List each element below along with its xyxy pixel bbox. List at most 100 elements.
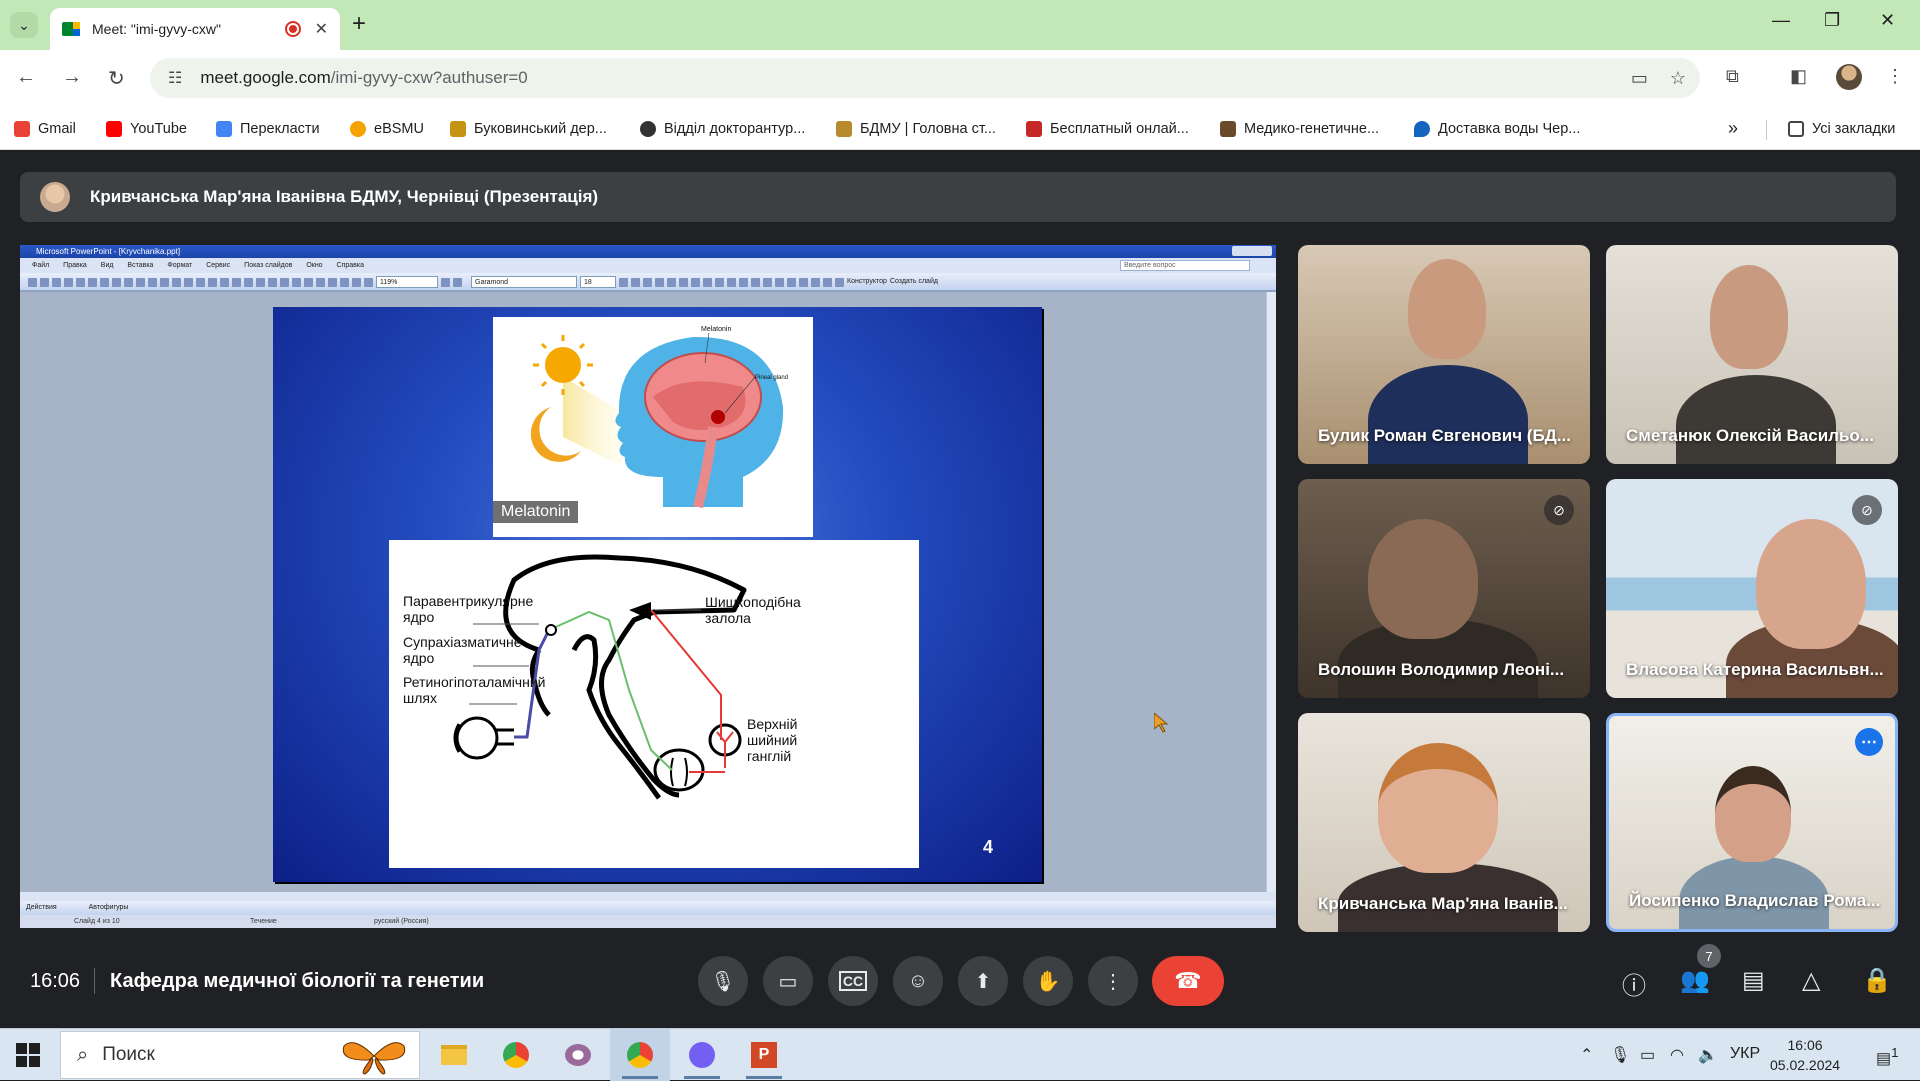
battery-icon[interactable]: ▭ bbox=[1640, 1045, 1655, 1065]
participant-name: Кривчанська Мар'яна Іванів... bbox=[1318, 894, 1568, 913]
leave-call-button[interactable]: ☎ bbox=[1152, 956, 1224, 1006]
taskbar-search[interactable]: ⌕ Поиск bbox=[60, 1031, 420, 1079]
eye-icon bbox=[453, 716, 514, 760]
tab-title: Meet: "imi-gyvy-cxw" bbox=[92, 21, 221, 37]
participant-tile[interactable]: ⊘ Власова Катерина Васильвн... bbox=[1606, 479, 1898, 698]
camera-permission-icon[interactable]: ▭ bbox=[1631, 68, 1648, 89]
bsmu-icon bbox=[836, 121, 852, 137]
chrome-profile-icon bbox=[627, 1042, 653, 1068]
reload-icon[interactable]: ↻ bbox=[108, 66, 125, 91]
captions-button[interactable]: CC bbox=[828, 956, 878, 1006]
ebsmu-icon bbox=[350, 121, 366, 137]
ppt-font-box: Garamond bbox=[471, 276, 577, 288]
bookmark-water[interactable]: Доставка воды Чер... bbox=[1414, 118, 1580, 140]
label-suprachiasmatic: Супрахіазматичне ядро bbox=[403, 634, 522, 666]
bookmark-doctorate[interactable]: Відділ докторантур... bbox=[640, 118, 805, 140]
paraventricular-nucleus-marker bbox=[545, 624, 557, 636]
melatonin-caption: Melatonin bbox=[493, 501, 579, 523]
bookmark-star-icon[interactable]: ☆ bbox=[1670, 68, 1686, 89]
input-language[interactable]: УКР bbox=[1730, 1045, 1760, 1063]
active-tab[interactable]: Meet: "imi-gyvy-cxw" ✕ bbox=[50, 8, 340, 50]
label-pineal-gland: Шишкоподібна залола bbox=[705, 594, 801, 626]
participant-tile[interactable]: Кривчанська Мар'яна Іванів... bbox=[1298, 713, 1590, 932]
tray-date: 05.02.2024 bbox=[1770, 1057, 1841, 1073]
ppt-bottom-panel: Действия Автофигуры Слайд 4 из 10 Течени… bbox=[20, 892, 1276, 928]
ppt-autoshapes-menu: Автофигуры bbox=[88, 904, 129, 911]
label-retinohypothalamic: Ретиногіпоталамічний шлях bbox=[403, 674, 546, 706]
chat-icon[interactable]: ▤ bbox=[1742, 966, 1765, 995]
participant-tile[interactable]: Булик Роман Євгенович (БД... bbox=[1298, 245, 1590, 464]
all-bookmarks[interactable]: Усі закладки bbox=[1788, 118, 1895, 140]
notifications-icon[interactable]: ▤1 bbox=[1876, 1045, 1899, 1068]
participant-tile[interactable]: Сметанюк Олексій Васильо... bbox=[1606, 245, 1898, 464]
taskbar-viber[interactable] bbox=[672, 1029, 732, 1081]
folder-icon bbox=[441, 1045, 467, 1065]
pineal-gland-label: Pineal gland bbox=[755, 375, 788, 381]
more-options-button[interactable]: ⋮ bbox=[1088, 956, 1138, 1006]
volume-icon[interactable]: 🔈 bbox=[1698, 1045, 1718, 1065]
bookmark-translate[interactable]: Перекласти bbox=[216, 118, 320, 140]
microphone-button[interactable]: 🎙 bbox=[698, 956, 748, 1006]
bookmark-ebsmu[interactable]: eBSMU bbox=[350, 118, 424, 140]
label-paraventricular: Паравентрикулярне ядро bbox=[403, 593, 534, 625]
site-settings-icon[interactable]: ☷ bbox=[168, 68, 182, 88]
minimize-icon[interactable]: — bbox=[1772, 10, 1790, 31]
participant-name: Власова Катерина Васильвн... bbox=[1626, 660, 1884, 679]
ppt-menu-edit: Правка bbox=[63, 262, 87, 269]
bookmark-bsmu-home[interactable]: БДМУ | Головна ст... bbox=[836, 118, 996, 140]
participant-name: Сметанюк Олексій Васильо... bbox=[1626, 426, 1874, 445]
more-options-icon[interactable]: ⋯ bbox=[1855, 728, 1883, 756]
taskbar-file-explorer[interactable] bbox=[424, 1029, 484, 1081]
close-tab-icon[interactable]: ✕ bbox=[315, 19, 328, 39]
ppt-vertical-scrollbar bbox=[1266, 292, 1276, 892]
back-icon[interactable]: ← bbox=[16, 66, 36, 89]
windows-start-icon[interactable] bbox=[16, 1043, 40, 1067]
bookmark-youtube[interactable]: YouTube bbox=[106, 118, 187, 140]
reactions-button[interactable]: ☺ bbox=[893, 956, 943, 1006]
microphone-icon: 🎙 bbox=[710, 970, 736, 993]
restore-icon[interactable]: ❐ bbox=[1824, 10, 1840, 31]
bookmark-bukovynsky[interactable]: Буковинський дер... bbox=[450, 118, 607, 140]
extensions-icon[interactable]: ⧉ bbox=[1726, 66, 1739, 87]
people-icon[interactable]: 👥 bbox=[1680, 966, 1710, 995]
present-button[interactable]: ⬆ bbox=[958, 956, 1008, 1006]
host-controls-icon[interactable]: 🔒 bbox=[1862, 966, 1892, 995]
taskbar-chrome-active[interactable] bbox=[610, 1029, 670, 1081]
close-window-icon[interactable]: ✕ bbox=[1880, 10, 1895, 31]
shared-screen: Microsoft PowerPoint - [Kryvchanika.ppt]… bbox=[20, 245, 1276, 928]
powerpoint-icon: P bbox=[751, 1042, 777, 1068]
menu-kebab-icon[interactable]: ⋮ bbox=[1886, 66, 1904, 87]
camera-button[interactable]: ▭ bbox=[763, 956, 813, 1006]
ppt-menu-insert: Вставка bbox=[127, 262, 154, 269]
tray-overflow-icon[interactable]: ⌃ bbox=[1580, 1045, 1593, 1065]
side-panel-icon[interactable]: ◧ bbox=[1790, 66, 1807, 87]
translate-icon bbox=[216, 121, 232, 137]
tray-clock[interactable]: 16:06 05.02.2024 bbox=[1770, 1035, 1840, 1075]
more-bookmarks-icon[interactable]: » bbox=[1728, 118, 1738, 139]
taskbar-chrome[interactable] bbox=[486, 1029, 546, 1081]
profile-avatar[interactable] bbox=[1836, 64, 1862, 90]
tray-microphone-icon: 🎙 bbox=[1610, 1047, 1631, 1064]
raise-hand-button[interactable]: ✋ bbox=[1023, 956, 1073, 1006]
ppt-menu-window: Окно bbox=[306, 262, 323, 269]
online-icon bbox=[1026, 121, 1042, 137]
taskbar-powerpoint[interactable]: P bbox=[734, 1029, 794, 1081]
activities-icon[interactable]: △ bbox=[1802, 966, 1820, 995]
ppt-menu-format: Формат bbox=[167, 262, 193, 269]
forward-icon[interactable]: → bbox=[62, 66, 82, 89]
meeting-info-icon[interactable]: ⓘ bbox=[1622, 966, 1646, 1001]
bookmark-gmail[interactable]: Gmail bbox=[14, 118, 76, 140]
bookmark-online[interactable]: Бесплатный онлай... bbox=[1026, 118, 1189, 140]
new-tab-button[interactable]: + bbox=[352, 10, 366, 38]
browser-toolbar: ← → ↻ ☷ meet.google.com/imi-gyvy-cxw?aut… bbox=[0, 50, 1920, 108]
participant-tile[interactable]: ⋯ Йосипенко Владислав Рома... bbox=[1606, 713, 1898, 932]
wifi-icon[interactable]: ◠ bbox=[1670, 1045, 1684, 1065]
taskbar-app-globe[interactable] bbox=[548, 1029, 608, 1081]
tab-search-button[interactable]: ⌄ bbox=[10, 12, 38, 38]
hand-icon: ✋ bbox=[1035, 970, 1061, 993]
url-text: meet.google.com/imi-gyvy-cxw?authuser=0 bbox=[200, 68, 528, 87]
bookmarks-divider bbox=[1766, 120, 1767, 140]
bookmark-genetics[interactable]: Медико-генетичне... bbox=[1220, 118, 1379, 140]
address-bar[interactable]: ☷ meet.google.com/imi-gyvy-cxw?authuser=… bbox=[150, 58, 1700, 98]
participant-tile[interactable]: ⊘ Волошин Володимир Леоні... bbox=[1298, 479, 1590, 698]
